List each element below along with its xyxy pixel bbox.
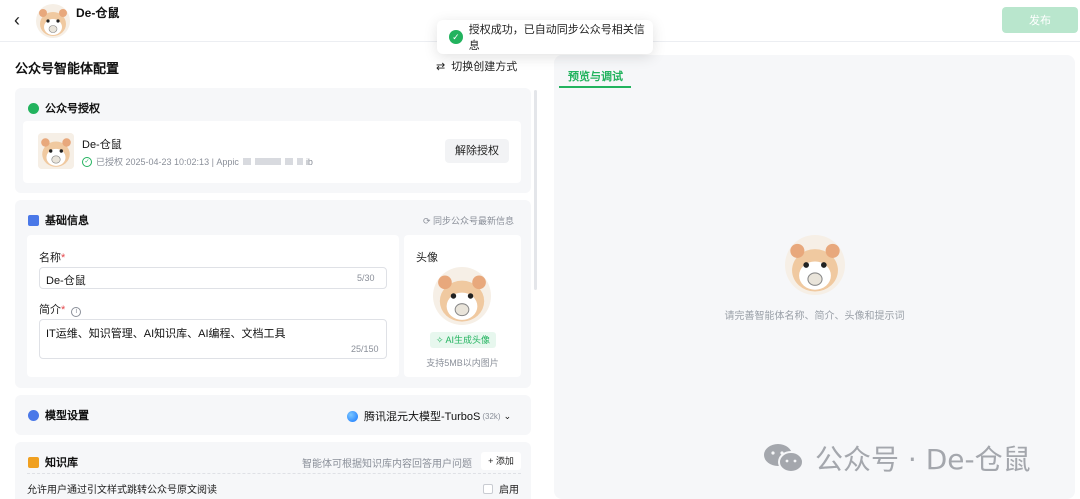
- sync-latest-button[interactable]: ⟳ 同步公众号最新信息: [423, 214, 514, 227]
- avatar-preview[interactable]: [433, 267, 491, 325]
- model-title: 模型设置: [28, 407, 89, 423]
- tab-preview-debug[interactable]: 预览与调试: [568, 68, 623, 84]
- avatar-upload-box: 头像 ✧ AI生成头像 支持5MB以内图片: [404, 235, 521, 377]
- wechat-icon: [28, 102, 39, 114]
- model-title-text: 模型设置: [45, 410, 89, 422]
- switch-create-mode-button[interactable]: ⇄ 切换创建方式: [436, 58, 517, 74]
- model-context: (32k): [482, 411, 501, 421]
- account-avatar: [38, 133, 74, 169]
- toast-message: 授权成功，已自动同步公众号相关信息: [468, 24, 645, 52]
- avatar-label: 头像: [416, 252, 438, 264]
- ai-magic-icon: ✧: [435, 335, 446, 345]
- basic-info-card: 基础信息 ⟳ 同步公众号最新信息 名称* De-仓鼠 5/30 简介* i IT运…: [15, 200, 531, 388]
- calendar-icon: [28, 214, 39, 226]
- enable-toggle[interactable]: 启用: [483, 481, 519, 496]
- check-circle-icon: ✓: [449, 30, 463, 44]
- add-label: 添加: [495, 456, 514, 466]
- auth-account-box: De-仓鼠 ✓ 已授权 2025-04-23 10:02:13 | Appic …: [23, 121, 521, 183]
- plus-icon: +: [488, 456, 496, 466]
- intro-label: 简介* i: [39, 301, 82, 317]
- knowledge-title: 知识库: [28, 454, 78, 470]
- preview-panel: 预览与调试 请完善智能体名称、简介、头像和提示词 公众号 · De-仓鼠: [554, 55, 1075, 499]
- book-icon: [28, 456, 39, 468]
- wechat-icon: [763, 442, 805, 474]
- auth-status-text: 已授权 2025-04-23 10:02:13 | Appic: [96, 157, 239, 167]
- back-arrow-icon[interactable]: ‹: [14, 10, 30, 30]
- appid-tail: ib: [305, 156, 313, 167]
- add-knowledge-button[interactable]: + 添加: [481, 452, 521, 470]
- divider: [27, 473, 521, 474]
- auth-card-title: 公众号授权: [28, 100, 100, 116]
- avatar-hint: 支持5MB以内图片: [426, 358, 499, 368]
- masked-appid: [254, 158, 281, 165]
- success-toast: ✓ 授权成功，已自动同步公众号相关信息: [437, 20, 653, 54]
- active-tab-indicator: [559, 86, 631, 88]
- knowledge-title-text: 知识库: [45, 457, 78, 469]
- preview-avatar: [785, 235, 845, 295]
- globe-icon: [347, 410, 358, 422]
- intro-value: IT运维、知识管理、AI知识库、AI编程、文档工具: [46, 328, 286, 340]
- knowledge-desc: 智能体可根据知识库内容回答用户问题: [302, 459, 472, 470]
- sync-label: 同步公众号最新信息: [433, 216, 515, 226]
- scrollbar[interactable]: [534, 90, 537, 290]
- model-card: 模型设置 腾讯混元大模型-TurboS (32k) ⌄: [15, 395, 531, 435]
- masked-appid: [296, 158, 303, 165]
- watermark-text: 公众号 · De-仓鼠: [815, 443, 1031, 476]
- intro-textarea[interactable]: IT运维、知识管理、AI知识库、AI编程、文档工具: [39, 319, 387, 359]
- chevron-down-icon: ⌄: [503, 410, 512, 421]
- auth-status: ✓ 已授权 2025-04-23 10:02:13 | Appic ib: [82, 155, 313, 168]
- switch-label: 切换创建方式: [451, 61, 518, 73]
- model-select[interactable]: 腾讯混元大模型-TurboS (32k) ⌄: [347, 408, 511, 424]
- check-circle-icon: ✓: [82, 156, 92, 167]
- agent-title: De-仓鼠: [76, 6, 120, 20]
- basic-title-text: 基础信息: [45, 215, 89, 227]
- masked-appid: [242, 158, 251, 165]
- basic-info-form: 名称* De-仓鼠 5/30 简介* i IT运维、知识管理、AI知识库、AI编程…: [27, 235, 399, 377]
- swap-icon: ⇄: [436, 61, 446, 73]
- checkbox-icon: [483, 483, 493, 494]
- name-counter: 5/30: [357, 273, 375, 283]
- redirect-label: 允许用户通过引文样式跳转公众号原文阅读: [27, 485, 217, 496]
- publish-button[interactable]: 发布: [1002, 7, 1078, 33]
- agent-avatar: [36, 4, 70, 38]
- intro-counter: 25/150: [351, 344, 379, 354]
- model-name: 腾讯混元大模型-TurboS: [364, 411, 481, 423]
- name-value: De-仓鼠: [46, 275, 86, 287]
- sync-icon: ⟳: [423, 216, 434, 226]
- info-icon[interactable]: i: [71, 307, 82, 317]
- basic-info-title: 基础信息: [28, 212, 89, 228]
- name-input[interactable]: De-仓鼠: [39, 267, 387, 289]
- empty-hint: 请完善智能体名称、简介、头像和提示词: [724, 311, 905, 322]
- ai-avatar-label: AI生成头像: [445, 335, 491, 345]
- model-icon: [28, 409, 39, 421]
- auth-title-text: 公众号授权: [45, 103, 100, 115]
- name-label: 名称*: [39, 252, 66, 264]
- knowledge-card: 知识库 智能体可根据知识库内容回答用户问题 + 添加 允许用户通过引文样式跳转公…: [15, 442, 531, 499]
- page-title: 公众号智能体配置: [15, 61, 120, 76]
- ai-generate-avatar-button[interactable]: ✧ AI生成头像: [430, 332, 496, 348]
- watermark: 公众号 · De-仓鼠: [763, 438, 1031, 478]
- account-name: De-仓鼠: [82, 139, 122, 151]
- masked-appid: [284, 158, 293, 165]
- enable-label: 启用: [499, 485, 519, 496]
- unbind-button[interactable]: 解除授权: [445, 139, 509, 163]
